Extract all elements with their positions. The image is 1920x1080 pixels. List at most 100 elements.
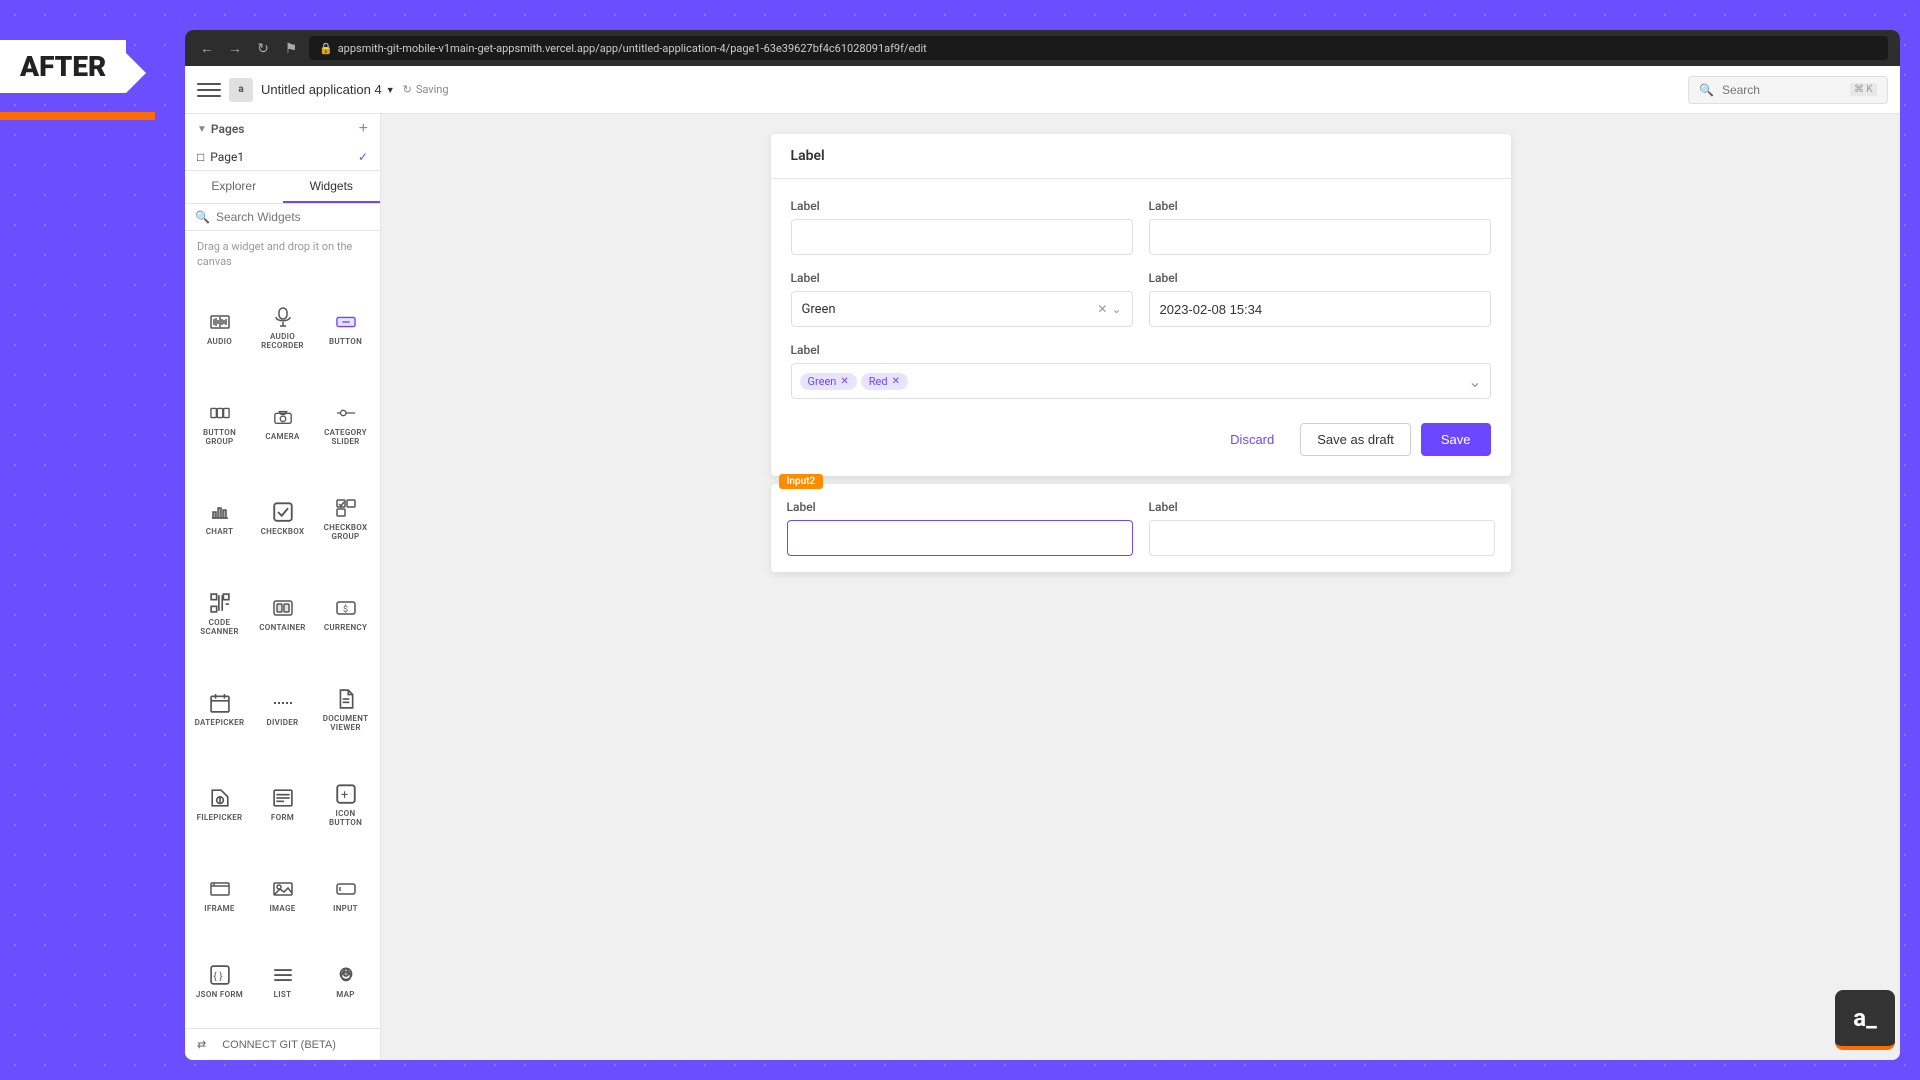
widget-item-json-form[interactable]: { } JSON FORM	[189, 940, 250, 1024]
slider-icon	[332, 402, 360, 424]
pages-section: ▼ Pages + □ Page1 ✓	[185, 114, 380, 171]
widget-item-filepicker[interactable]: FILEPICKER	[189, 758, 250, 851]
save-draft-button[interactable]: Save as draft	[1300, 423, 1411, 456]
pages-header-label: Pages	[211, 122, 245, 136]
widget-item-category-slider[interactable]: CATEGORY SLIDER	[315, 377, 376, 470]
map-icon	[332, 964, 360, 986]
after-badge-label: AFTER	[20, 50, 106, 83]
sidebar-bottom-bar: ⇄ CONNECT GIT (BETA)	[185, 1028, 380, 1060]
input2-body: Label Label	[771, 484, 1511, 572]
widget-item-container[interactable]: CONTAINER	[252, 568, 313, 661]
bookmark-button[interactable]: ⚑	[281, 38, 301, 58]
svg-text:+: +	[341, 788, 348, 803]
saving-icon: ↻	[403, 83, 412, 96]
search-widgets-bar[interactable]: 🔍	[185, 204, 380, 231]
topbar-left: a Untitled application 4 ▼ ↻ Saving	[197, 78, 1680, 102]
button-icon	[332, 311, 360, 333]
refresh-button[interactable]: ↻	[253, 38, 273, 58]
discard-button[interactable]: Discard	[1214, 423, 1290, 456]
input2-field-1: Label	[787, 500, 1133, 556]
add-page-button[interactable]: +	[359, 120, 368, 138]
checkbox-group-icon	[332, 497, 360, 519]
widget-item-image[interactable]: IMAGE	[252, 853, 313, 937]
main-content: ▼ Pages + □ Page1 ✓ Explorer Widgets 🔍	[185, 114, 1900, 1060]
lock-icon: 🔒	[319, 42, 333, 55]
form-field-3: Label Green ✕ ⌄	[791, 271, 1133, 327]
forward-button[interactable]: →	[225, 38, 245, 58]
svg-text:$: $	[343, 604, 348, 615]
widget-item-checkbox-group[interactable]: CHECKBOX GROUP	[315, 472, 376, 565]
camera-icon	[269, 406, 297, 428]
canvas-area[interactable]: Label Label Label	[381, 114, 1900, 1060]
field4-input[interactable]	[1149, 291, 1491, 327]
icon-btn-icon: +	[332, 783, 360, 805]
field5-label: Label	[791, 343, 1491, 357]
tag-green-close[interactable]: ✕	[840, 376, 848, 387]
form-row-1: Label Label	[791, 199, 1491, 255]
widget-label-datepicker: DATEPICKER	[195, 718, 245, 727]
connect-git-button[interactable]: CONNECT GIT (BETA)	[222, 1039, 336, 1051]
widget-label-filepicker: FILEPICKER	[197, 813, 243, 822]
widget-label-category-slider: CATEGORY SLIDER	[319, 428, 372, 446]
field3-select[interactable]: Green ✕ ⌄	[791, 291, 1133, 327]
tags-expand-icon[interactable]: ⌄	[1468, 372, 1481, 391]
divider-icon	[269, 692, 297, 714]
widget-item-divider[interactable]: DIVIDER	[252, 663, 313, 756]
widget-label-iframe: IFRAME	[204, 904, 234, 913]
widget-item-code-scanner[interactable]: CODE SCANNER	[189, 568, 250, 661]
search-bar[interactable]: 🔍 ⌘ K	[1688, 76, 1888, 104]
widget-item-checkbox[interactable]: CHECKBOX	[252, 472, 313, 565]
hamburger-menu[interactable]	[197, 78, 221, 102]
widget-label-button-group: BUTTON GROUP	[193, 428, 246, 446]
widget-item-button-group[interactable]: BUTTON GROUP	[189, 377, 250, 470]
field2-label: Label	[1149, 199, 1491, 213]
field1-input[interactable]	[791, 219, 1133, 255]
input2-field2-input[interactable]	[1149, 520, 1495, 556]
page1-item[interactable]: □ Page1 ✓	[185, 144, 380, 170]
widget-grid: AUDIO AUDIO RECORDER	[185, 278, 380, 1028]
search-input[interactable]	[1722, 83, 1842, 97]
tag-red-close[interactable]: ✕	[892, 376, 900, 387]
widget-item-audio[interactable]: AUDIO	[189, 282, 250, 375]
widget-item-currency[interactable]: $ CURRENCY	[315, 568, 376, 661]
field2-input[interactable]	[1149, 219, 1491, 255]
widget-label-list: LIST	[274, 990, 292, 999]
file-icon	[206, 787, 234, 809]
widget-item-form[interactable]: FORM	[252, 758, 313, 851]
widget-item-map[interactable]: MAP	[315, 940, 376, 1024]
address-bar[interactable]: 🔒 appsmith-git-mobile-v1main-get-appsmit…	[309, 36, 1888, 60]
widget-label-button: BUTTON	[329, 337, 362, 346]
saving-indicator: ↻ Saving	[403, 83, 449, 96]
chevron-icon: ▼	[197, 124, 207, 135]
widget-item-button[interactable]: BUTTON	[315, 282, 376, 375]
git-connector-icon: ⇄	[197, 1038, 206, 1051]
widget-item-chart[interactable]: CHART	[189, 472, 250, 565]
back-button[interactable]: ←	[197, 38, 217, 58]
widget-item-audio-recorder[interactable]: AUDIO RECORDER	[252, 282, 313, 375]
search-widgets-input[interactable]	[216, 210, 371, 224]
save-button[interactable]: Save	[1421, 423, 1491, 456]
field3-value: Green	[802, 302, 1098, 317]
widget-label-checkbox-group: CHECKBOX GROUP	[319, 523, 372, 541]
search-shortcut: ⌘ K	[1850, 83, 1877, 96]
widget-item-datepicker[interactable]: DATEPICKER	[189, 663, 250, 756]
form-panel: Label Label Label	[771, 134, 1511, 476]
widget-label-image: IMAGE	[269, 904, 295, 913]
chart-icon	[206, 501, 234, 523]
widget-item-input[interactable]: INPUT	[315, 853, 376, 937]
widget-item-document-viewer[interactable]: DOCUMENT VIEWER	[315, 663, 376, 756]
widget-item-icon-button[interactable]: + ICON BUTTON	[315, 758, 376, 851]
widget-item-iframe[interactable]: IFRAME	[189, 853, 250, 937]
tags-wrapper[interactable]: Green ✕ Red ✕ ⌄	[791, 363, 1491, 399]
widget-item-list[interactable]: LIST	[252, 940, 313, 1024]
page-check-icon: ✓	[358, 150, 368, 164]
tab-explorer[interactable]: Explorer	[185, 171, 283, 203]
widget-item-camera[interactable]: CAMERA	[252, 377, 313, 470]
app-name-dropdown[interactable]: Untitled application 4 ▼	[261, 82, 395, 97]
browser-bar: ← → ↻ ⚑ 🔒 appsmith-git-mobile-v1main-get…	[185, 30, 1900, 66]
tab-widgets[interactable]: Widgets	[283, 171, 381, 203]
calendar-icon	[206, 692, 234, 714]
select-clear-icon[interactable]: ✕	[1097, 302, 1107, 316]
input2-field1-input[interactable]	[787, 520, 1133, 556]
form-icon	[269, 787, 297, 809]
